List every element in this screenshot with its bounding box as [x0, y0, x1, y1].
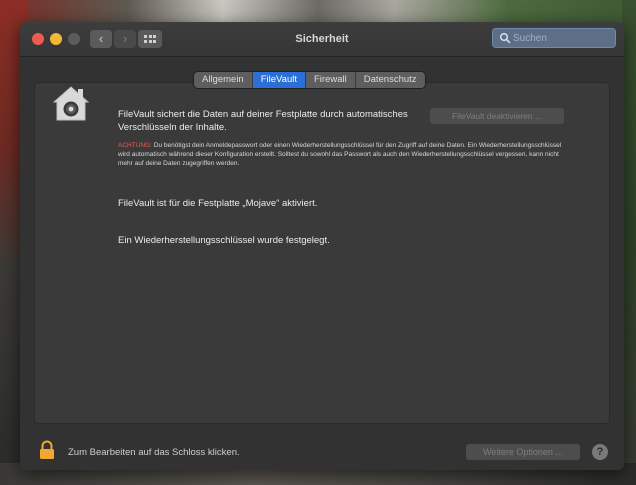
recovery-key-status: Ein Wiederherstellungsschlüssel wurde fe… [118, 235, 330, 246]
tab-firewall[interactable]: Firewall [305, 72, 356, 88]
filevault-warning: ACHTUNG: Du benötigst dein Anmeldepasswo… [118, 141, 564, 168]
tab-datenschutz[interactable]: Datenschutz [355, 72, 425, 88]
warning-text: Du benötigst dein Anmeldepasswort oder e… [118, 142, 562, 167]
tab-filevault[interactable]: FileVault [252, 72, 306, 88]
security-preferences-window: ‹ › Sicherheit Allgemein FileVault Firew… [20, 22, 624, 470]
lock-icon[interactable] [38, 440, 56, 460]
disable-filevault-button[interactable]: FileVault deaktivieren ... [430, 108, 564, 124]
more-options-button[interactable]: Weitere Optionen ... [466, 444, 580, 460]
search-field[interactable] [492, 28, 616, 48]
filevault-house-icon [52, 86, 90, 121]
filevault-status-enabled: FileVault ist für die Festplatte „Mojave… [118, 198, 318, 209]
titlebar: ‹ › Sicherheit [20, 22, 624, 57]
tab-allgemein[interactable]: Allgemein [194, 72, 253, 88]
lock-hint-text: Zum Bearbeiten auf das Schloss klicken. [68, 447, 240, 458]
filevault-description: FileVault sichert die Daten auf deiner F… [118, 109, 408, 133]
search-icon [500, 33, 511, 44]
search-input[interactable] [513, 30, 611, 46]
tab-bar: Allgemein FileVault Firewall Datenschutz [194, 72, 425, 88]
help-button[interactable]: ? [592, 444, 608, 460]
warning-label: ACHTUNG: [118, 142, 152, 149]
background-photo-top [0, 0, 636, 24]
background-photo-right [622, 0, 636, 485]
